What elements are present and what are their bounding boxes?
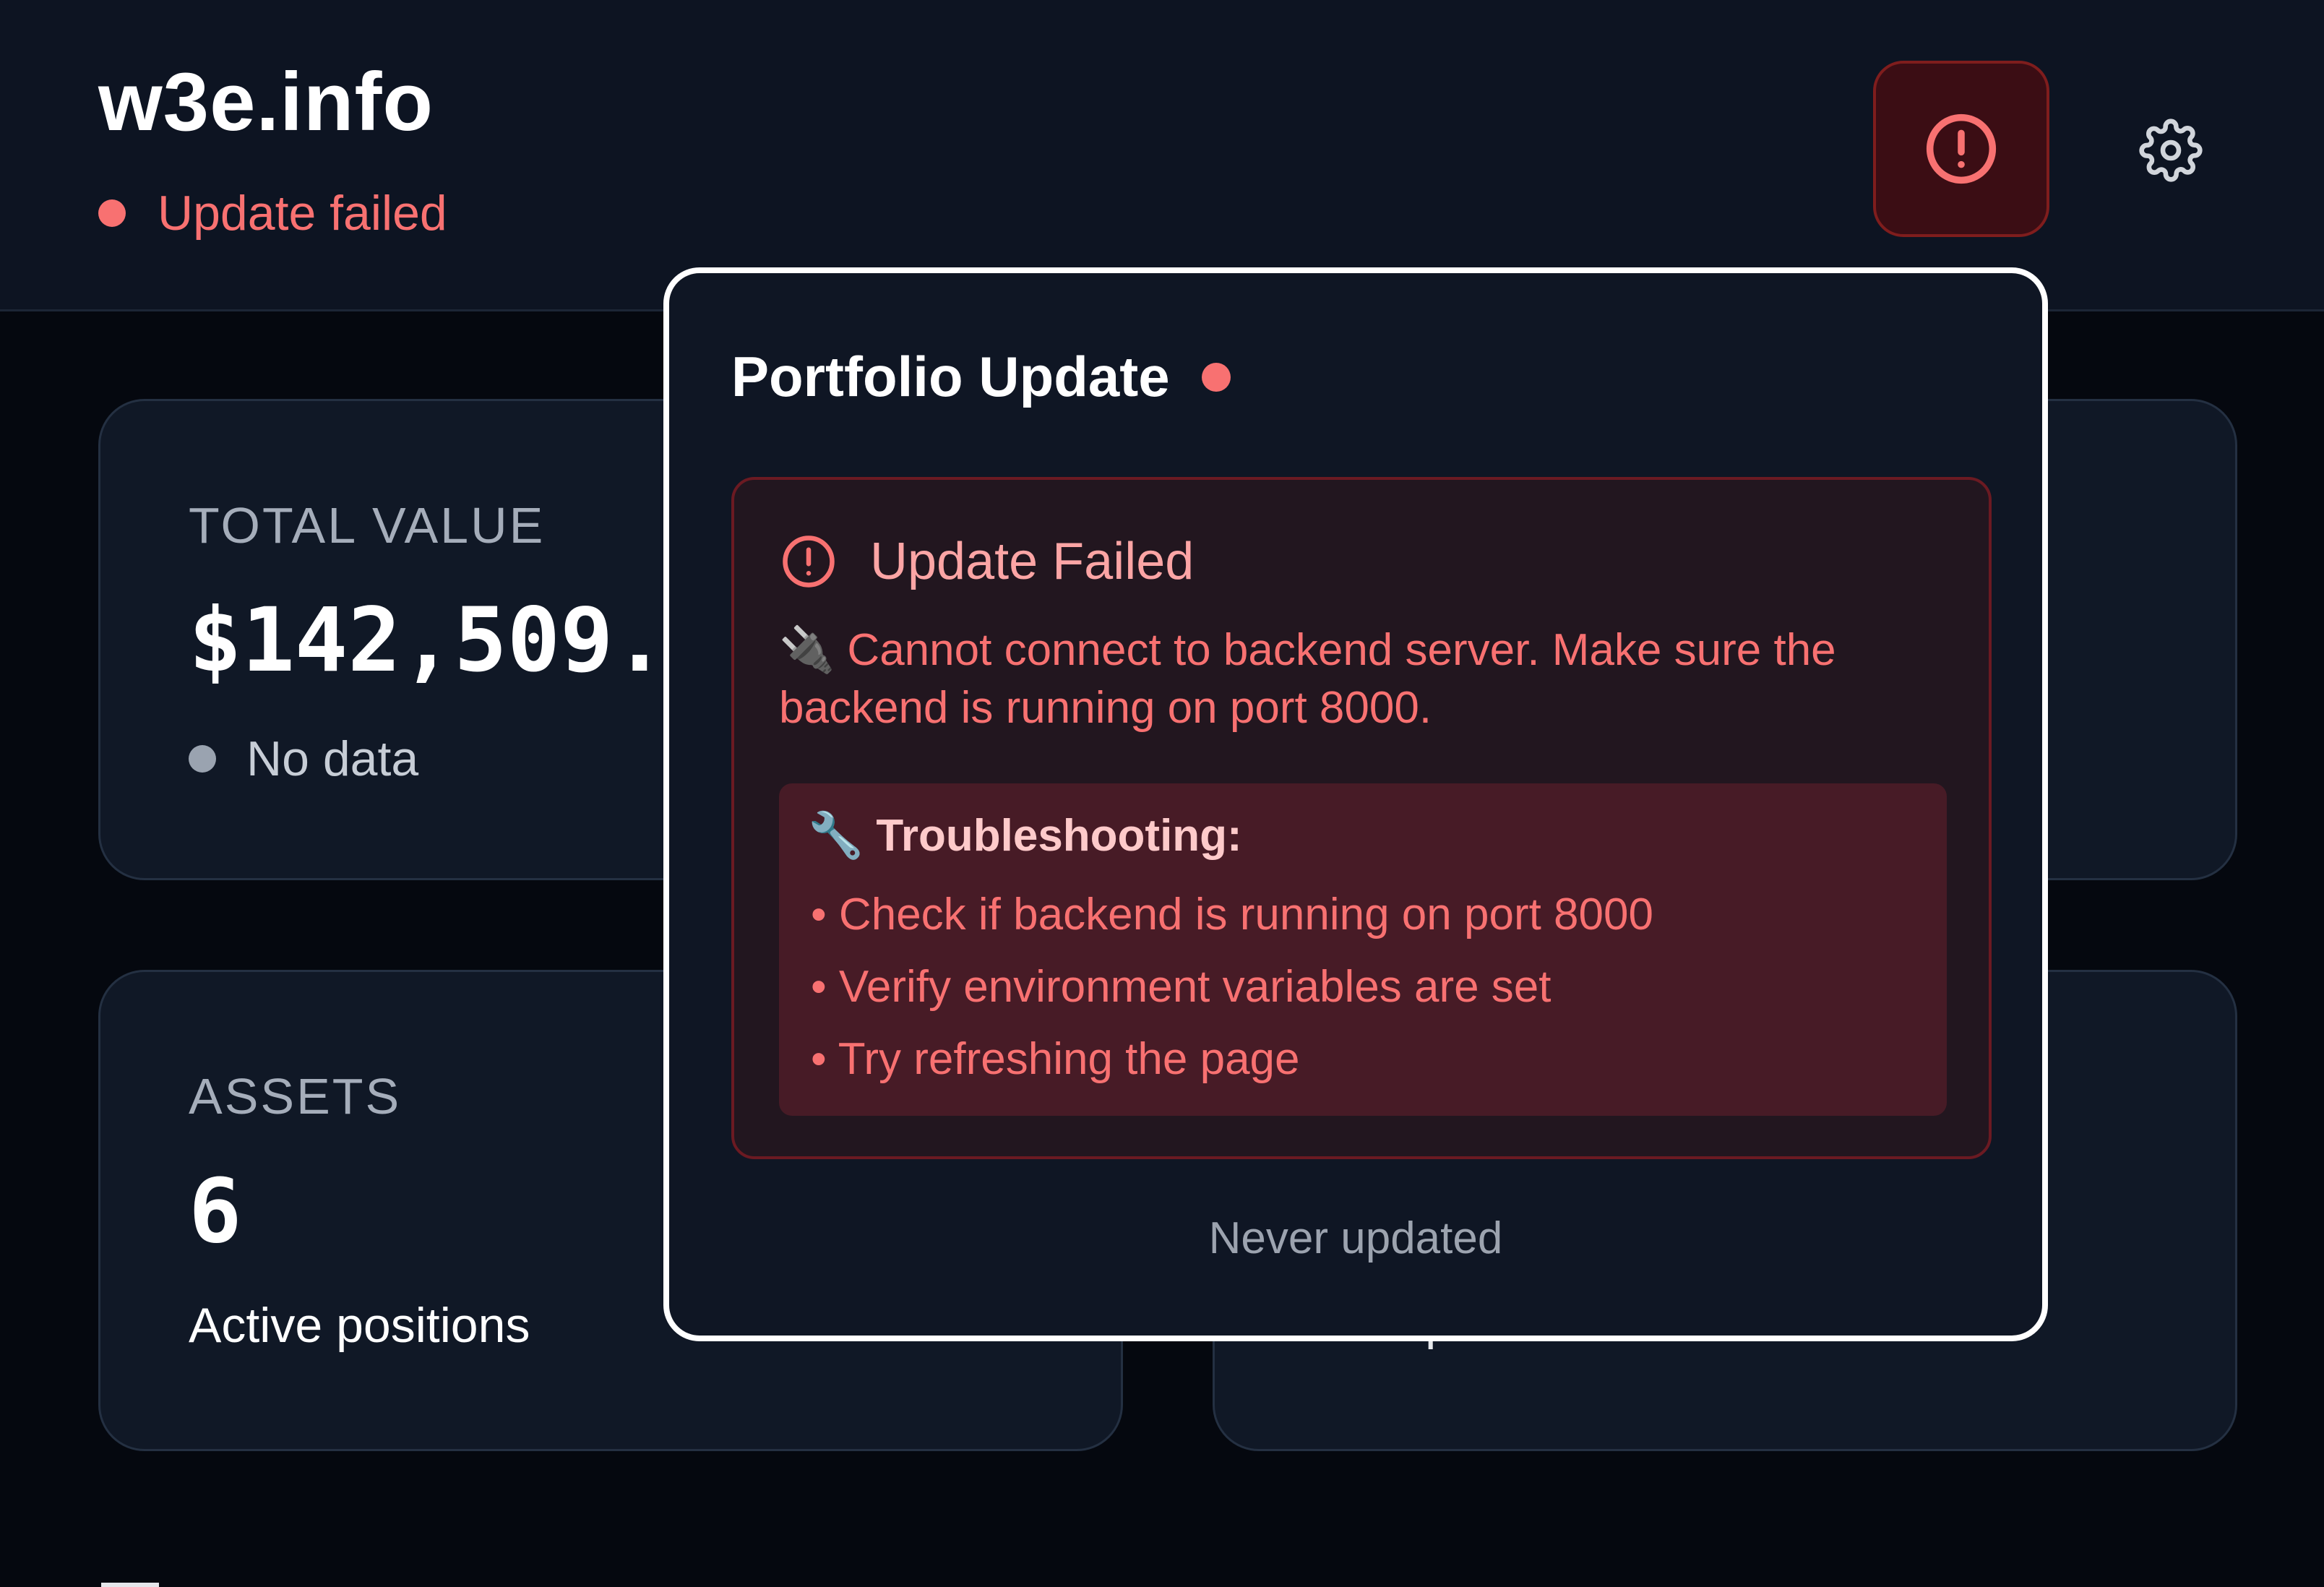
status-dot bbox=[1201, 362, 1231, 392]
app-root: w3e.info Update failed TOTAL VALUE $142,… bbox=[0, 0, 2324, 1587]
status-dot bbox=[189, 745, 216, 773]
brand-logo-text[interactable]: w3e.info bbox=[98, 55, 434, 150]
card-subtitle: No data bbox=[189, 731, 418, 787]
troubleshooting-list: • Check if backend is running on port 80… bbox=[811, 879, 1653, 1096]
card-label: ASSETS bbox=[189, 1068, 402, 1124]
update-status-text: Update failed bbox=[158, 186, 447, 241]
list-item: • Verify environment variables are set bbox=[811, 962, 1552, 1012]
section-divider bbox=[101, 1583, 159, 1587]
update-status: Update failed bbox=[98, 185, 447, 241]
popover-title-text: Portfolio Update bbox=[731, 345, 1170, 408]
error-title: Update Failed bbox=[870, 533, 1195, 590]
error-heading: Update Failed bbox=[780, 532, 1194, 591]
gear-icon bbox=[2139, 119, 2203, 182]
list-item: • Check if backend is running on port 80… bbox=[811, 890, 1653, 939]
total-value-amount: $142,509. bbox=[189, 589, 667, 692]
update-alert-button[interactable] bbox=[1873, 61, 2049, 237]
status-dot bbox=[98, 199, 126, 227]
card-subtitle: Active positions bbox=[189, 1298, 530, 1353]
alert-circle-icon bbox=[1926, 113, 1997, 184]
header: w3e.info Update failed bbox=[0, 0, 2324, 311]
last-updated-text: Never updated bbox=[1208, 1213, 1503, 1263]
troubleshooting-title: 🔧 Troubleshooting: bbox=[808, 811, 1242, 861]
card-label: TOTAL VALUE bbox=[189, 497, 546, 554]
error-message: 🔌 Cannot connect to backend server. Make… bbox=[779, 625, 1836, 733]
error-panel: Update Failed 🔌 Cannot connect to backen… bbox=[731, 477, 1992, 1159]
portfolio-update-popover: Portfolio Update Update Failed 🔌 Cannot … bbox=[663, 267, 2048, 1341]
popover-title: Portfolio Update bbox=[731, 344, 1231, 410]
card-subtitle-text: No data bbox=[246, 731, 419, 786]
list-item: • Try refreshing the page bbox=[811, 1034, 1300, 1084]
settings-button[interactable] bbox=[2136, 116, 2205, 185]
alert-circle-icon bbox=[783, 536, 835, 588]
assets-count: 6 bbox=[189, 1160, 242, 1263]
troubleshooting-panel: 🔧 Troubleshooting: • Check if backend is… bbox=[779, 783, 1947, 1116]
